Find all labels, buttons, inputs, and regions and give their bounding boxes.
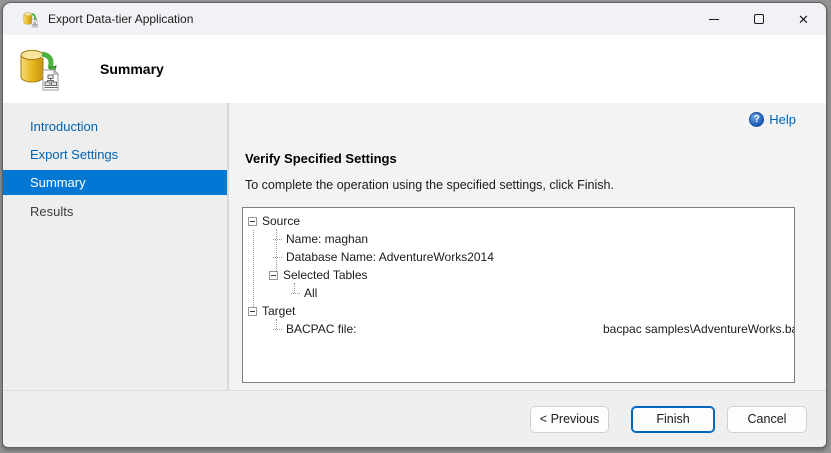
finish-button[interactable]: Finish bbox=[631, 405, 715, 433]
tree-node-label: Database Name: AdventureWorks2014 bbox=[286, 250, 494, 264]
verify-settings-heading: Verify Specified Settings bbox=[245, 151, 397, 166]
tree-node[interactable]: BACPAC file: bacpac samples\AdventureWork… bbox=[243, 320, 794, 338]
sidebar-item-label: Export Settings bbox=[30, 146, 119, 162]
tree-node-label: BACPAC file: bbox=[286, 322, 357, 336]
tree-node[interactable]: Name: maghan bbox=[243, 230, 794, 248]
collapse-expander-icon[interactable] bbox=[248, 306, 257, 316]
page-title: Summary bbox=[100, 61, 164, 77]
wizard-body: Introduction Export Settings Summary Result… bbox=[3, 103, 826, 390]
previous-button[interactable]: < Previous bbox=[530, 405, 609, 433]
sidebar-item-introduction[interactable]: Introduction bbox=[3, 112, 227, 140]
title-bar: Export Data-tier Application ✕ bbox=[3, 3, 826, 35]
tree-node-value: bacpac samples\AdventureWorks.ba bbox=[603, 322, 795, 336]
close-icon: ✕ bbox=[798, 11, 809, 27]
tree-connector bbox=[291, 292, 300, 294]
collapse-expander-icon[interactable] bbox=[269, 270, 278, 280]
cancel-button[interactable]: Cancel bbox=[727, 405, 807, 433]
tree-connector bbox=[273, 256, 282, 258]
tree-node[interactable]: Selected Tables bbox=[243, 266, 794, 284]
tree-node-label: All bbox=[304, 286, 318, 300]
maximize-icon bbox=[753, 14, 764, 24]
tree-node[interactable]: Database Name: AdventureWorks2014 bbox=[243, 248, 794, 266]
sidebar-item-summary[interactable]: Summary bbox=[3, 170, 227, 195]
settings-summary-tree[interactable]: Source Name: maghan Database Name: Adventu… bbox=[242, 207, 795, 383]
close-button[interactable]: ✕ bbox=[781, 3, 826, 35]
sidebar-item-export-settings[interactable]: Export Settings bbox=[3, 140, 227, 168]
minimize-button[interactable] bbox=[691, 3, 736, 35]
help-icon: ? bbox=[749, 112, 765, 127]
tree-node[interactable]: All bbox=[243, 284, 794, 302]
tree-node-label: Name: maghan bbox=[286, 232, 369, 246]
footer-button-bar: < Previous Finish Cancel bbox=[3, 390, 826, 447]
help-link[interactable]: ? Help bbox=[749, 112, 796, 127]
tree-node[interactable]: Target bbox=[243, 302, 794, 320]
sidebar-item-label: Results bbox=[30, 203, 74, 219]
tree-connector bbox=[273, 238, 282, 240]
tree-node-label: Selected Tables bbox=[283, 268, 368, 282]
maximize-button[interactable] bbox=[736, 3, 781, 35]
tree-node[interactable]: Source bbox=[243, 212, 794, 230]
caption-buttons: ✕ bbox=[691, 3, 826, 35]
tree-node-label: Source bbox=[262, 214, 301, 228]
sidebar-item-label: Introduction bbox=[30, 118, 98, 134]
database-export-icon bbox=[20, 49, 60, 91]
tree-node-label: Target bbox=[262, 304, 296, 318]
tree-connector bbox=[273, 328, 282, 330]
wizard-steps-sidebar: Introduction Export Settings Summary Result… bbox=[3, 103, 229, 390]
sidebar-item-label: Summary bbox=[30, 175, 86, 190]
export-data-tier-dialog: Export Data-tier Application ✕ Summary I… bbox=[2, 2, 827, 448]
minimize-icon bbox=[708, 18, 719, 20]
wizard-header: Summary bbox=[3, 35, 826, 103]
summary-content: ? Help Verify Specified Settings To comp… bbox=[229, 103, 826, 390]
instruction-text: To complete the operation using the spec… bbox=[245, 178, 614, 192]
window-title: Export Data-tier Application bbox=[48, 12, 194, 26]
sidebar-item-results[interactable]: Results bbox=[3, 197, 227, 225]
help-label: Help bbox=[769, 112, 796, 127]
app-database-export-icon bbox=[22, 10, 39, 28]
collapse-expander-icon[interactable] bbox=[248, 216, 257, 226]
